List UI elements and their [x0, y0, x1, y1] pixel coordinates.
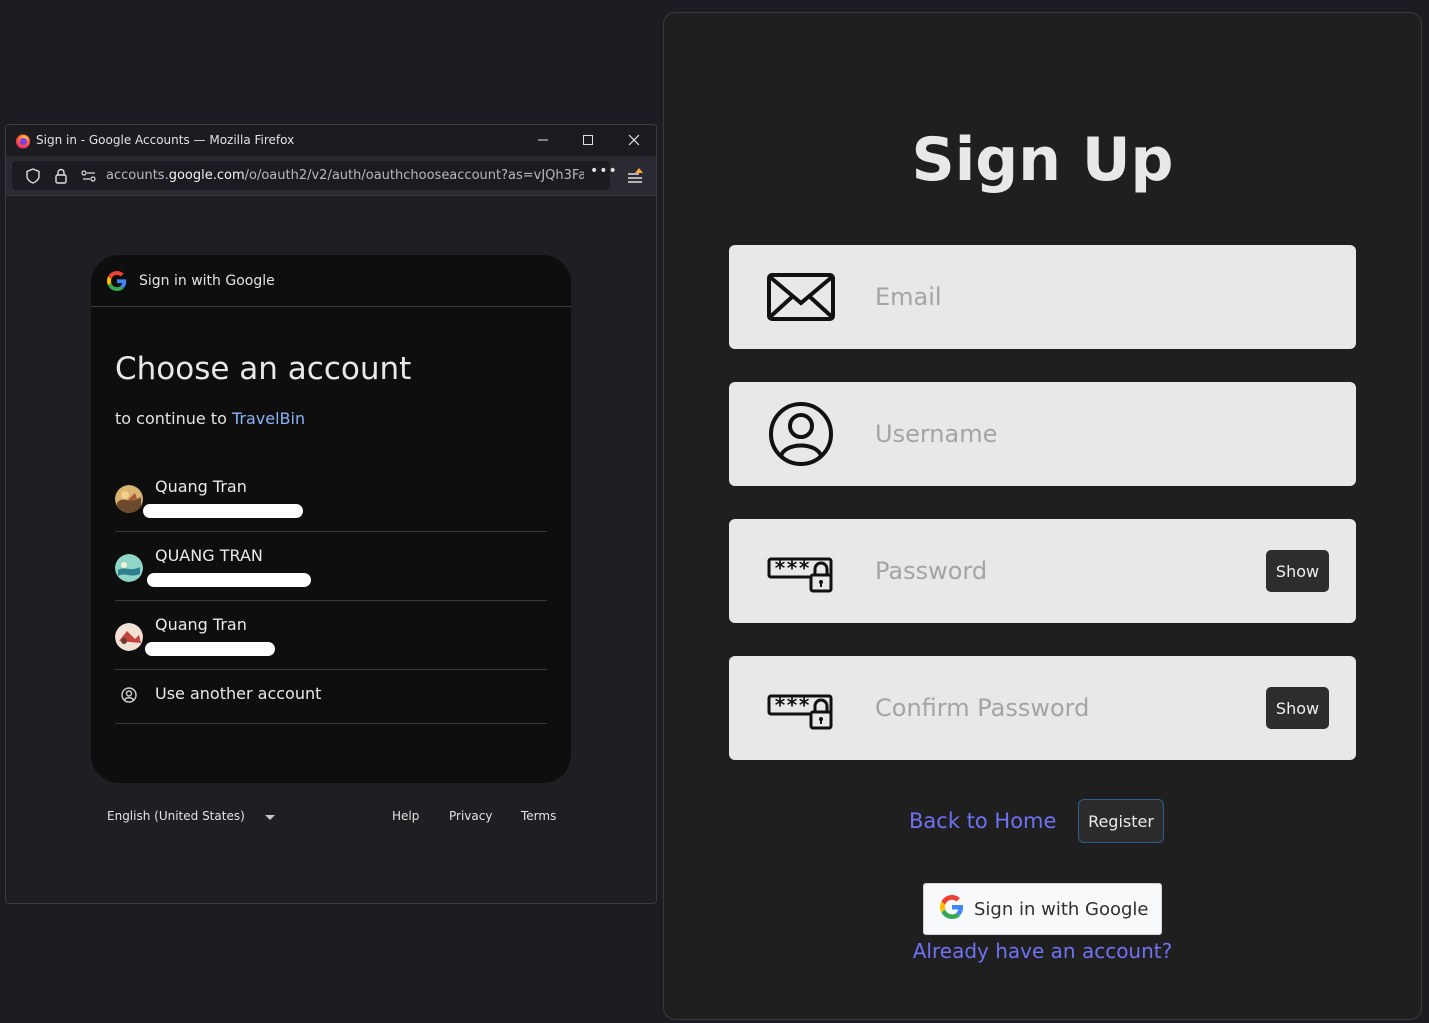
shield-icon[interactable] [24, 167, 42, 185]
url-bar: accounts.google.com/o/oauth2/v2/auth/oau… [6, 156, 656, 196]
password-lock-icon: *** [767, 539, 835, 603]
show-confirm-password-button[interactable]: Show [1266, 687, 1329, 729]
password-field-container: *** Show [729, 519, 1356, 623]
already-have-account-label: Already have an account? [912, 939, 1173, 963]
account-name: Quang Tran [155, 615, 247, 634]
continue-to-text: to continue to TravelBin [115, 409, 305, 428]
email-field-container [729, 245, 1356, 349]
app-name-link[interactable]: TravelBin [232, 409, 305, 428]
signup-panel: Sign Up *** Show *** Show Back to Home R… [663, 12, 1422, 1020]
google-signin-label: Sign in with Google [974, 898, 1149, 920]
redacted-email [145, 642, 275, 656]
terms-link[interactable]: Terms [521, 809, 556, 823]
username-field-container [729, 382, 1356, 486]
firefox-popup-window: Sign in - Google Accounts — Mozilla Fire… [5, 124, 657, 904]
privacy-link[interactable]: Privacy [449, 809, 492, 823]
card-header: Sign in with Google [91, 255, 571, 307]
google-signin-button[interactable]: Sign in with Google [923, 883, 1162, 935]
already-have-account-link[interactable]: Already have an account? [664, 939, 1421, 963]
google-account-chooser-card: Sign in with Google Choose an account to… [91, 255, 571, 783]
account-item[interactable]: Quang Tran [115, 601, 547, 670]
google-g-icon [940, 895, 964, 923]
redacted-email [143, 504, 303, 518]
account-circle-icon [121, 687, 137, 703]
user-circle-icon [767, 402, 835, 466]
svg-text:***: *** [774, 693, 810, 717]
password-lock-icon: *** [767, 676, 835, 740]
google-g-icon [107, 271, 127, 291]
firefox-icon [15, 133, 31, 149]
address-field[interactable]: accounts.google.com/o/oauth2/v2/auth/oau… [12, 161, 617, 190]
close-icon[interactable] [624, 131, 644, 151]
password-input[interactable] [875, 545, 1265, 597]
account-item[interactable]: QUANG TRAN [115, 532, 547, 601]
confirm-password-field-container: *** Show [729, 656, 1356, 760]
window-titlebar[interactable]: Sign in - Google Accounts — Mozilla Fire… [6, 125, 656, 156]
window-title: Sign in - Google Accounts — Mozilla Fire… [36, 133, 295, 147]
minimize-icon[interactable] [533, 131, 553, 151]
use-another-account-label: Use another account [155, 684, 322, 703]
menu-icon[interactable] [624, 165, 646, 187]
register-button[interactable]: Register [1078, 799, 1164, 843]
redacted-email [147, 573, 311, 587]
continue-prefix: to continue to [115, 409, 232, 428]
username-input[interactable] [875, 408, 1265, 460]
page-title: Sign Up [911, 125, 1174, 195]
maximize-icon[interactable] [578, 131, 598, 151]
confirm-password-input[interactable] [875, 682, 1265, 734]
use-another-account-item[interactable]: Use another account [115, 670, 547, 724]
lock-icon[interactable] [52, 167, 70, 185]
account-name: Quang Tran [155, 477, 247, 496]
url-prefix: accounts. [106, 168, 169, 183]
show-password-button[interactable]: Show [1266, 550, 1329, 592]
more-icon[interactable]: ••• [590, 163, 618, 179]
avatar [115, 554, 143, 582]
chevron-down-icon[interactable] [265, 815, 275, 820]
account-name: QUANG TRAN [155, 546, 263, 565]
language-selector[interactable]: English (United States) [107, 809, 245, 823]
popup-content: Sign in with Google Choose an account to… [6, 197, 656, 903]
help-link[interactable]: Help [392, 809, 419, 823]
url-domain: google.com [168, 168, 245, 183]
card-header-label: Sign in with Google [139, 273, 275, 289]
choose-account-title: Choose an account [115, 351, 412, 387]
envelope-icon [767, 265, 835, 329]
svg-text:***: *** [774, 556, 810, 580]
avatar [115, 623, 143, 651]
avatar [115, 485, 143, 513]
back-to-home-link[interactable]: Back to Home [909, 809, 1056, 833]
account-item[interactable]: Quang Tran [115, 463, 547, 532]
permissions-icon[interactable] [80, 167, 98, 185]
url-text[interactable]: accounts.google.com/o/oauth2/v2/auth/oau… [106, 168, 584, 183]
email-input[interactable] [875, 271, 1265, 323]
url-path: /o/oauth2/v2/auth/oauthchooseaccount?as=… [244, 168, 584, 183]
